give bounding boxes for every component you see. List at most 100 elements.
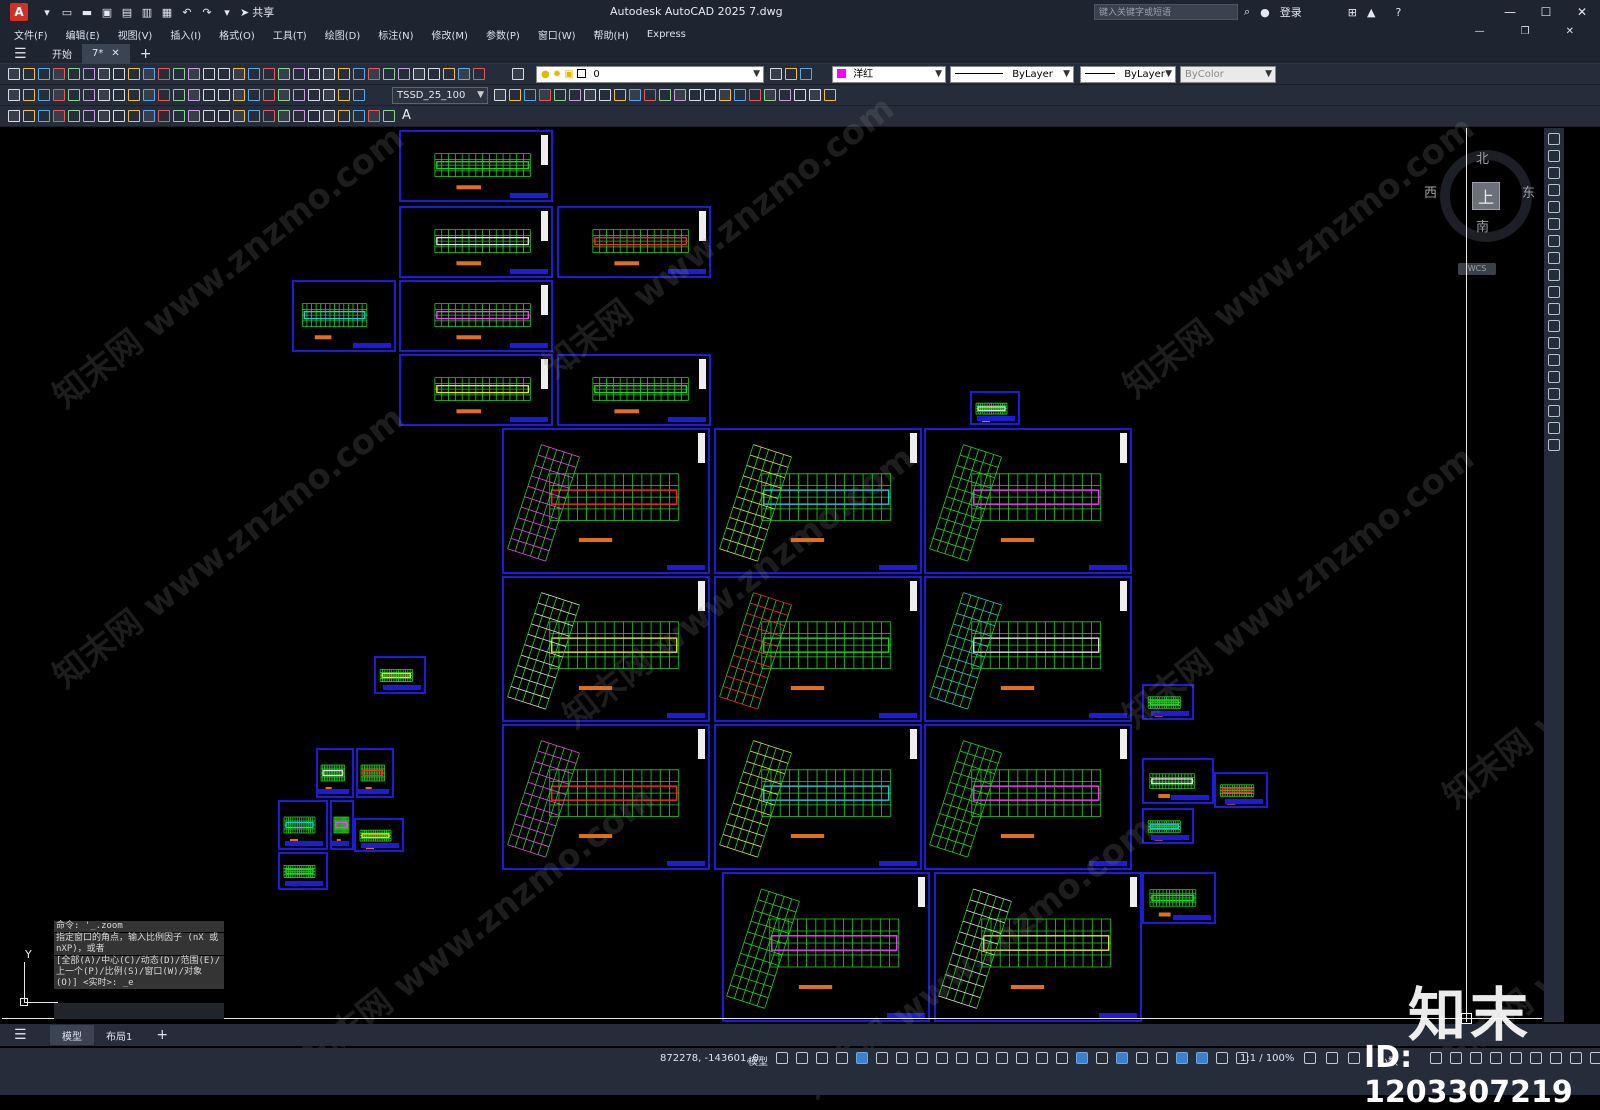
layer-state-tool-1-icon[interactable] [770, 68, 782, 80]
viewcube-east[interactable]: 东 [1522, 182, 1535, 201]
drawing-sheet-s[interactable] [1142, 684, 1194, 720]
lineweight-dropdown[interactable]: ByLayer ▼ [1080, 66, 1176, 83]
modify-palette-tool-10-icon[interactable] [1548, 286, 1560, 298]
layer-properties-tool-1-icon[interactable] [512, 68, 524, 80]
drawing-sheet-h[interactable] [970, 391, 1020, 425]
status-toggle-21-icon[interactable] [1176, 1052, 1188, 1064]
close-icon[interactable]: ✕ [1564, 3, 1600, 21]
drawing-sheet-ab[interactable] [1142, 808, 1194, 844]
modify-tool-19-icon[interactable] [764, 89, 776, 101]
modify-tool-11-icon[interactable] [644, 89, 656, 101]
drawing-sheet-ae[interactable] [1142, 872, 1216, 924]
modify-tool-4-icon[interactable] [539, 89, 551, 101]
drawing-sheet-o[interactable] [502, 724, 710, 870]
standard-tool-23-icon[interactable] [338, 68, 350, 80]
dimension-tool-10-icon[interactable] [143, 89, 155, 101]
standard-tool-16-icon[interactable] [233, 68, 245, 80]
modify-palette-tool-18-icon[interactable] [1548, 422, 1560, 434]
modify-palette-tool-7-icon[interactable] [1548, 235, 1560, 247]
modify-tool-9-icon[interactable] [614, 89, 626, 101]
layer-state-tool-2-icon[interactable] [785, 68, 797, 80]
drawing-canvas[interactable] [2, 128, 1542, 1022]
layer-state-tool-3-icon[interactable] [800, 68, 812, 80]
menu-item-insert[interactable]: 插入(I) [170, 27, 201, 42]
redo-icon[interactable]: ↷ [200, 5, 214, 19]
draw-tool-7-icon[interactable] [98, 110, 110, 122]
dimension-tool-9-icon[interactable] [128, 89, 140, 101]
menu-item-window[interactable]: 窗口(W) [538, 27, 576, 42]
standard-tool-22-icon[interactable] [323, 68, 335, 80]
dimension-tool-24-icon[interactable] [353, 89, 365, 101]
modify-tool-3-icon[interactable] [524, 89, 536, 101]
user-icon[interactable]: ● [1260, 6, 1270, 19]
standard-tool-4-icon[interactable] [53, 68, 65, 80]
drawing-sheet-n[interactable] [924, 576, 1132, 722]
dimension-tool-3-icon[interactable] [38, 89, 50, 101]
standard-tool-1-icon[interactable] [8, 68, 20, 80]
workspace-tool-3-icon[interactable] [1348, 1052, 1360, 1064]
menu-item-edit[interactable]: 编辑(E) [66, 27, 100, 42]
status-toggle-2-icon[interactable] [796, 1052, 808, 1064]
status-toggle-23-icon[interactable] [1216, 1052, 1228, 1064]
doc-restore-icon[interactable]: ❐ [1521, 26, 1530, 37]
standard-tool-15-icon[interactable] [218, 68, 230, 80]
draw-tool-11-icon[interactable] [158, 110, 170, 122]
drawing-sheet-k[interactable] [924, 428, 1132, 574]
dimension-tool-19-icon[interactable] [278, 89, 290, 101]
color-dropdown[interactable]: 洋红 ▼ [832, 66, 946, 83]
standard-tool-8-icon[interactable] [113, 68, 125, 80]
status-toggle-8-icon[interactable] [916, 1052, 928, 1064]
modify-palette-tool-8-icon[interactable] [1548, 252, 1560, 264]
autocad-logo-icon[interactable]: A [10, 3, 28, 21]
status-toggle-3-icon[interactable] [816, 1052, 828, 1064]
dimension-tool-4-icon[interactable] [53, 89, 65, 101]
status-toggle-20-icon[interactable] [1156, 1052, 1168, 1064]
draw-tool-17-icon[interactable] [248, 110, 260, 122]
save-as-icon[interactable]: ▤ [120, 5, 134, 19]
modify-tool-1-icon[interactable] [494, 89, 506, 101]
drawing-sheet-g[interactable] [557, 354, 711, 426]
status-toggle-13-icon[interactable] [1016, 1052, 1028, 1064]
viewcube-west[interactable]: 西 [1424, 182, 1437, 201]
modify-palette-tool-9-icon[interactable] [1548, 269, 1560, 281]
drawing-sheet-t[interactable] [316, 748, 354, 798]
standard-tool-19-icon[interactable] [278, 68, 290, 80]
cart-icon[interactable]: ⊞ [1348, 6, 1357, 19]
dimension-tool-2-icon[interactable] [23, 89, 35, 101]
drawing-sheet-ac[interactable] [722, 872, 930, 1022]
menu-item-parametric[interactable]: 参数(P) [486, 27, 520, 42]
status-toggle-19-icon[interactable] [1136, 1052, 1148, 1064]
tab-model[interactable]: 模型 [50, 1025, 94, 1045]
modify-palette-tool-2-icon[interactable] [1548, 150, 1560, 162]
modify-palette-tool-16-icon[interactable] [1548, 388, 1560, 400]
tab-layout1[interactable]: 布局1 [94, 1025, 144, 1045]
save-icon[interactable]: ▣ [100, 5, 114, 19]
dimension-tool-8-icon[interactable] [113, 89, 125, 101]
draw-tool-20-icon[interactable] [293, 110, 305, 122]
search-icon[interactable]: ⌕ [1244, 5, 1250, 19]
status-toggle-12-icon[interactable] [996, 1052, 1008, 1064]
plot-icon[interactable]: ▦ [160, 5, 174, 19]
dimension-tool-1-icon[interactable] [8, 89, 20, 101]
share-button[interactable]: ➤ 共享 [240, 4, 274, 20]
status-toggle-15-icon[interactable] [1056, 1052, 1068, 1064]
drawing-sheet-c[interactable] [557, 206, 711, 278]
draw-tool-23-icon[interactable] [338, 110, 350, 122]
doc-minimize-icon[interactable]: — [1475, 26, 1485, 37]
standard-tool-12-icon[interactable] [173, 68, 185, 80]
standard-tool-32-icon[interactable] [473, 68, 485, 80]
viewcube-top-face[interactable]: 上 [1472, 182, 1500, 210]
drawing-sheet-z[interactable] [1142, 758, 1214, 804]
layer-dropdown[interactable]: ● ✹ ▣ 0 ▼ [536, 66, 764, 83]
drawing-sheet-p[interactable] [714, 724, 922, 870]
modify-tool-8-icon[interactable] [599, 89, 611, 101]
model-space-toggle[interactable]: 模型 [748, 1053, 768, 1068]
draw-tool-3-icon[interactable] [38, 110, 50, 122]
modify-tool-5-icon[interactable] [554, 89, 566, 101]
standard-tool-30-icon[interactable] [443, 68, 455, 80]
maximize-icon[interactable]: ☐ [1528, 3, 1564, 21]
standard-tool-18-icon[interactable] [263, 68, 275, 80]
undo-icon[interactable]: ↶ [180, 5, 194, 19]
workspace-tool-1-icon[interactable] [1304, 1052, 1316, 1064]
menu-item-view[interactable]: 视图(V) [118, 27, 153, 42]
